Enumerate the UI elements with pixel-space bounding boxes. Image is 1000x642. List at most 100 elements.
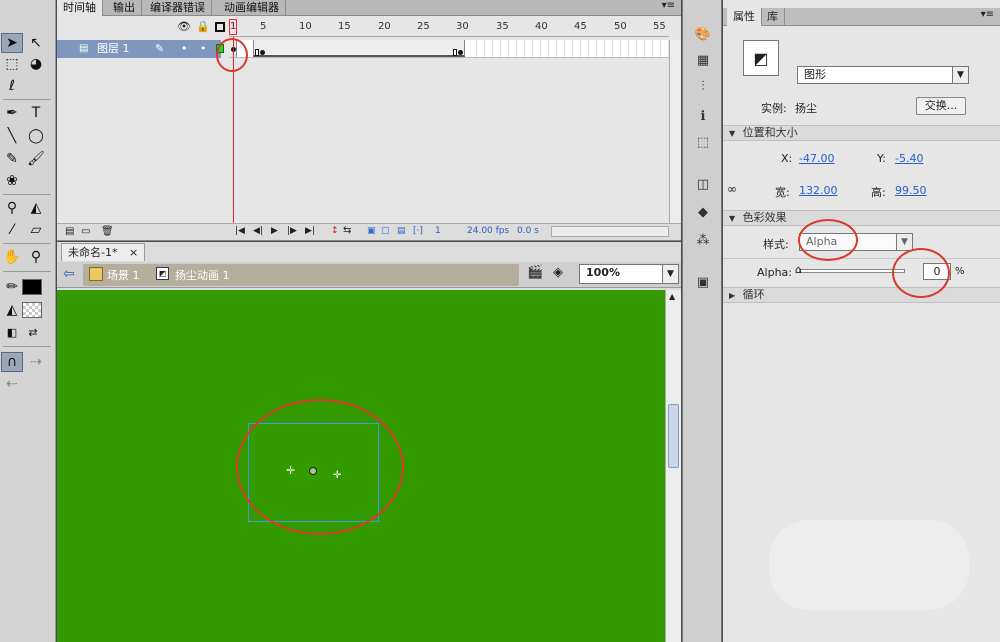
layer-name[interactable]: 图层 1 [97,40,130,58]
scroll-thumb[interactable] [668,404,679,468]
current-frame[interactable]: 1 [435,226,441,236]
x-value[interactable]: -47.00 [799,152,834,165]
breadcrumb-scene[interactable]: 场景 1 [107,267,140,283]
zoom-select[interactable]: 100% ▼ [579,264,679,284]
breadcrumb-symbol[interactable]: 扬尘动画 1 [175,267,230,283]
frame-span[interactable] [253,40,465,57]
edit-symbols-icon[interactable]: ◈ [553,265,563,280]
stroke-color-icon[interactable]: ✏ [1,277,23,297]
transform-icon[interactable]: ⬚ [693,132,713,152]
tab-compiler-errors[interactable]: 编译器错误 [144,0,212,16]
timeline-controls: ▤ ▭ 🗑 |◀ ◀| ▶ |▶ ▶| ↕ ⇆ ▣ ▢ ▤ [·] 1 24.0… [57,223,681,240]
y-value[interactable]: -5.40 [895,152,923,165]
fill-color-swatch[interactable] [22,302,42,318]
library-dock-icon[interactable]: ▣ [693,272,713,292]
scroll-up-icon[interactable]: ▲ [669,292,675,301]
deco-tool-icon[interactable]: ❀ [1,171,23,191]
outline-icon[interactable] [215,22,225,32]
straighten-icon[interactable]: ⇠ [1,374,23,394]
code-snippets-icon[interactable]: ◫ [693,174,713,194]
motion-presets-icon[interactable]: ⁂ [693,230,713,250]
next-frame-icon[interactable]: |▶ [287,226,297,236]
close-icon[interactable]: × [129,246,138,259]
components-icon[interactable]: ◆ [693,202,713,222]
panel-menu-icon[interactable]: ▾≡ [662,0,675,11]
tab-motion-editor[interactable]: 动画编辑器 [218,0,286,16]
center-frame-icon[interactable]: ↕ [331,226,339,236]
swatches-icon[interactable]: ▦ [693,50,713,70]
link-icon[interactable]: ∞ [727,182,737,196]
hand-tool-icon[interactable]: ✋ [1,247,23,267]
new-layer-icon[interactable]: ▤ [65,226,74,237]
free-transform-tool-icon[interactable]: ⬚ [1,54,23,74]
width-value[interactable]: 132.00 [799,184,838,197]
empty-frames[interactable] [469,40,669,57]
lock-icon[interactable]: 🔒 [196,20,210,33]
color-panel-icon[interactable]: 🎨 [693,24,713,44]
lock-dot[interactable]: • [200,40,207,58]
swap-colors-icon[interactable]: ⇄ [22,322,44,342]
modify-markers-icon[interactable]: [·] [413,226,423,236]
onion-outline-icon[interactable]: ▢ [381,226,390,236]
panel-menu-icon[interactable]: ▾≡ [981,9,994,20]
eraser-tool-icon[interactable]: ▱ [25,220,47,240]
tab-timeline[interactable]: 时间轴 [57,0,103,16]
section-position-size[interactable]: ▼ 位置和大小 [723,125,1000,141]
ruler-label: 5 [260,21,267,32]
eye-icon[interactable]: 👁 [177,20,191,33]
play-icon[interactable]: ▶ [271,226,278,236]
symbol-type-select[interactable]: 图形 ▼ [797,66,969,84]
layer-row[interactable]: ▤ 图层 1 ✎ • • [57,40,224,58]
first-frame-icon[interactable]: |◀ [235,226,245,236]
height-value[interactable]: 99.50 [895,184,927,197]
section-loop[interactable]: ▶ 循环 [723,287,1000,303]
keyframe-dot [458,50,463,55]
section-color-effect[interactable]: ▼ 色彩效果 [723,210,1000,226]
onion-skin-icon[interactable]: ▣ [367,226,376,236]
paint-bucket-tool-icon[interactable]: ◭ [25,198,47,218]
alpha-slider-thumb[interactable]: ⌂ [795,263,802,276]
back-arrow-icon[interactable]: ⇦ [63,266,75,282]
lasso-tool-icon[interactable]: ℓ [1,76,23,96]
snap-to-objects-icon[interactable]: ∩ [1,352,23,372]
text-tool-icon[interactable]: T [25,103,47,123]
stroke-color-swatch[interactable] [22,279,42,295]
oval-tool-icon[interactable]: ◯ [25,126,47,146]
alpha-slider-track[interactable] [799,269,905,273]
delete-layer-icon[interactable]: 🗑 [101,226,114,237]
pencil-tool-icon[interactable]: ✎ [1,149,23,169]
section-title: 位置和大小 [742,126,798,139]
last-frame-icon[interactable]: ▶| [305,226,315,236]
align-icon[interactable]: ⫶ [693,76,713,96]
frame-rate[interactable]: 24.00 fps [467,226,509,236]
eyedropper-tool-icon[interactable]: ⁄ [1,220,23,240]
pen-tool-icon[interactable]: ✒ [1,103,23,123]
zoom-tool-icon[interactable]: ⚲ [25,247,47,267]
document-tab[interactable]: 未命名-1* × [61,243,146,261]
edit-scene-icon[interactable]: 🎬 [527,265,543,280]
bone-tool-icon[interactable]: ⚲ [1,198,23,218]
default-colors-icon[interactable]: ◧ [1,322,23,342]
timeline-vscrollbar[interactable] [669,40,681,223]
edit-multiple-frames-icon[interactable]: ▤ [397,226,406,236]
new-folder-icon[interactable]: ▭ [81,226,90,237]
loop-icon[interactable]: ⇆ [343,225,351,236]
3d-rotation-tool-icon[interactable]: ◕ [25,54,47,74]
swap-button[interactable]: 交换... [916,97,966,115]
prev-frame-icon[interactable]: ◀| [253,226,263,236]
ruler-label: 10 [299,21,312,32]
brush-tool-icon[interactable]: 🖌 [25,149,47,169]
fill-color-icon[interactable]: ◭ [1,300,23,320]
timeline-hscrollbar[interactable] [551,226,669,237]
selection-tool-icon[interactable]: ➤ [1,33,23,53]
info-icon[interactable]: ℹ [693,106,713,126]
tab-output[interactable]: 输出 [107,0,142,16]
tab-properties[interactable]: 属性 [727,8,762,26]
line-tool-icon[interactable]: ╲ [1,126,23,146]
smooth-icon[interactable]: ⇢ [25,352,47,372]
frame-strip[interactable] [229,40,669,58]
subselection-tool-icon[interactable]: ↖ [25,33,47,53]
stage-vscrollbar[interactable]: ▲ [665,290,681,642]
tab-library[interactable]: 库 [761,8,785,26]
visibility-dot[interactable]: • [181,40,188,58]
